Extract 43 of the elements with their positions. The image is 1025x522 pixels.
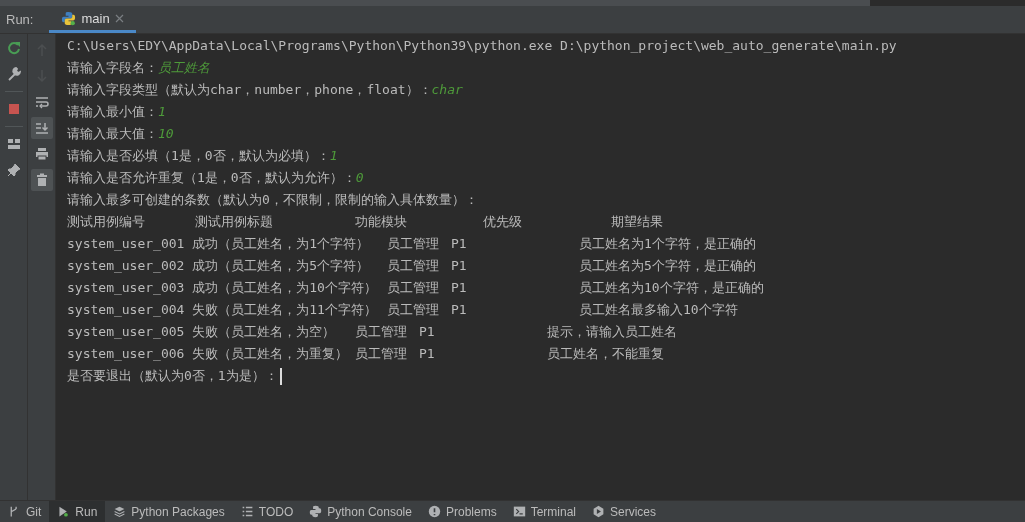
tool-window-tab[interactable]: Git — [0, 501, 50, 522]
tool-window-tab[interactable]: TODO — [232, 501, 302, 522]
scroll-to-end-icon[interactable] — [30, 117, 53, 139]
input-text: 10 — [158, 125, 174, 143]
terminal-icon — [512, 505, 526, 518]
tool-window-tab[interactable]: Python Console — [301, 501, 420, 522]
run-icon — [57, 505, 71, 518]
console-line: 是否要退出（默认为0否，1为是）： — [67, 367, 278, 385]
run-label: Run: — [6, 10, 34, 29]
console-line: 请输入是否允许重复（1是，0否，默认为允许）： — [67, 169, 356, 187]
tool-window-tab[interactable]: Run — [49, 501, 106, 522]
console-line: system_user_006 失败（员工姓名，为重复） 员工管理 P1 员工姓名，不能重复 — [67, 345, 664, 363]
console-line: system_user_005 失败（员工姓名，为空） 员工管理 P1 提示，请输入员工姓名 — [67, 323, 677, 341]
play-hexagon-icon — [592, 505, 605, 518]
console-line: C:\Users\EDY\AppData\Local\Programs\Python\Python39\python.exe D:\python_project\web_auto_generate\main.py — [67, 37, 897, 55]
scrollbar[interactable] — [0, 0, 870, 6]
console-line: 请输入最大值： — [67, 125, 158, 143]
tool-window-tab[interactable]: Problems — [419, 501, 505, 522]
console-line: 请输入字段类型（默认为char，number，phone，float）： — [67, 81, 432, 99]
console-line: system_user_001 成功（员工姓名，为1个字符） 员工管理 P1 员工姓名为1个字符，是正确的 — [67, 235, 756, 253]
console-line: 请输入是否必填（1是，0否，默认为必填）： — [67, 147, 330, 165]
warning-icon — [427, 505, 441, 518]
close-icon[interactable] — [114, 14, 124, 23]
list-icon — [240, 505, 254, 518]
console-line: system_user_004 失败（员工姓名，为11个字符） 员工管理 P1 员工姓名最多输入10个字符 — [67, 301, 738, 319]
console-line: 测试用例编号 测试用例标题 功能模块 优先级 期望结果 — [67, 213, 663, 231]
python-icon — [309, 505, 323, 518]
python-icon — [61, 11, 77, 26]
input-text: 0 — [355, 169, 364, 187]
tool-window-tab[interactable]: Terminal — [504, 501, 584, 522]
trash-icon[interactable] — [30, 169, 53, 191]
console-line: system_user_003 成功（员工姓名，为10个字符） 员工管理 P1 员工姓名为10个字符，是正确的 — [67, 279, 764, 297]
input-text: char — [431, 81, 463, 99]
input-text: 1 — [329, 147, 338, 165]
tool-window-tab[interactable]: Services — [584, 501, 664, 522]
layers-icon — [113, 505, 127, 518]
console-line: 请输入字段名： — [67, 59, 158, 77]
tool-window-tab[interactable]: Python Packages — [105, 501, 233, 522]
input-text: 员工姓名 — [158, 59, 210, 77]
console-line: system_user_002 成功（员工姓名，为5个字符） 员工管理 P1 员工姓名为5个字符，是正确的 — [67, 257, 756, 275]
console-line: 请输入最小值： — [67, 103, 158, 121]
console-line: 请输入最多可创建的条数（默认为0，不限制，限制的输入具体数量）： — [67, 191, 478, 209]
input-text: 1 — [158, 103, 166, 121]
